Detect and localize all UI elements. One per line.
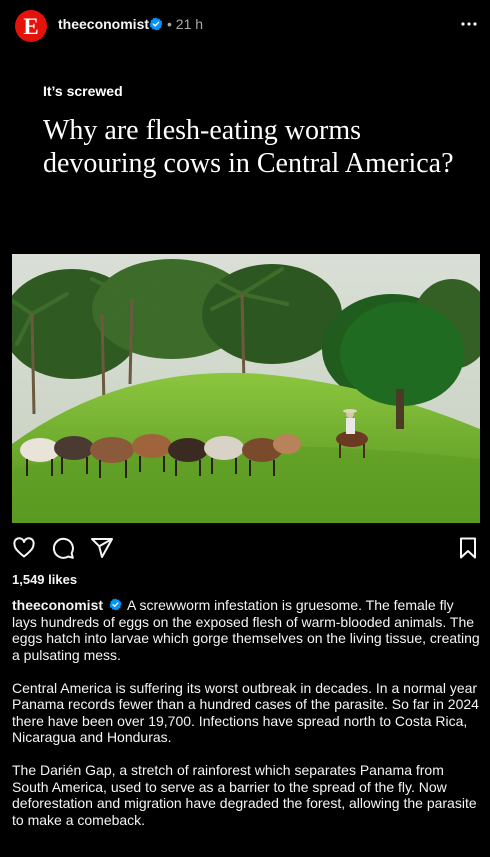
caption-paragraph: Central America is suffering its worst o… — [12, 679, 479, 746]
post-caption: theeconomist A screwworm infestation is … — [12, 597, 482, 845]
username[interactable]: theeconomist — [58, 16, 149, 32]
comment-icon[interactable] — [51, 536, 75, 560]
cattle-field-photo — [12, 254, 480, 523]
bookmark-icon[interactable] — [456, 536, 480, 560]
verified-badge-icon — [149, 17, 163, 31]
send-icon[interactable] — [90, 536, 114, 560]
image-headline: Why are flesh-eating worms devouring cow… — [43, 115, 454, 179]
post-time: • 21 h — [167, 16, 204, 32]
post-header: E theeconomist • 21 h — [0, 0, 490, 50]
caption-username[interactable]: theeconomist — [12, 597, 103, 613]
avatar[interactable]: E — [15, 10, 47, 42]
like-count[interactable]: 1,549 likes — [12, 572, 77, 587]
more-options-icon[interactable] — [459, 16, 479, 32]
verified-badge-icon — [109, 598, 122, 611]
action-bar — [0, 532, 490, 564]
image-kicker: It’s screwed — [43, 83, 123, 99]
avatar-letter: E — [23, 13, 39, 39]
caption-paragraph: theeconomist A screwworm infestation is … — [12, 597, 482, 663]
heart-icon[interactable] — [12, 536, 36, 560]
post-time-value: 21 h — [175, 16, 204, 32]
caption-paragraph: The Darién Gap, a stretch of rainforest … — [12, 762, 477, 828]
